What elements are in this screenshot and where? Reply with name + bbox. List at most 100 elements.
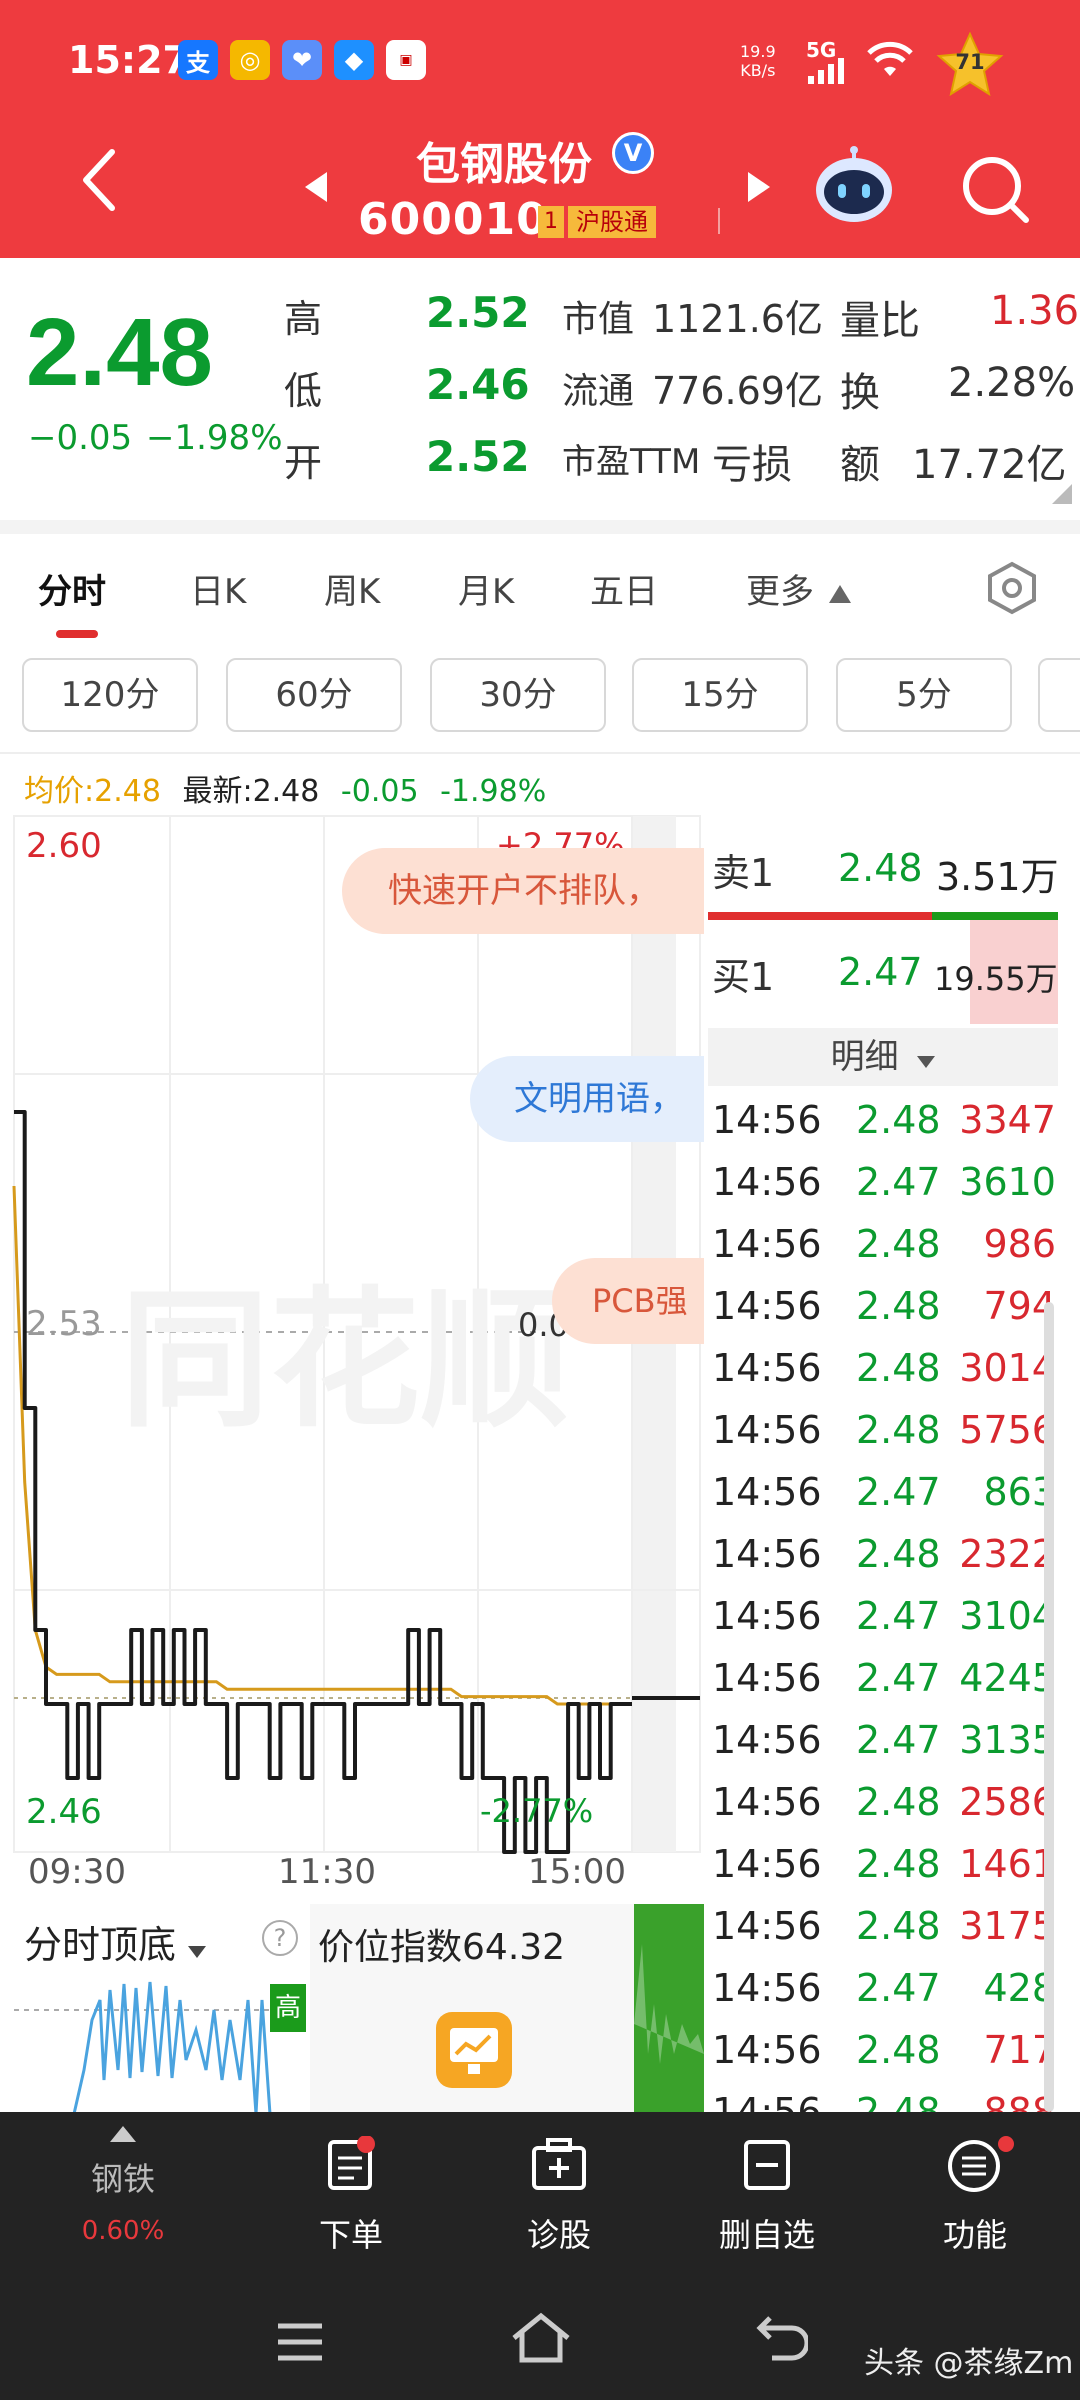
tick-price: 2.47 — [856, 1656, 941, 1700]
tick-time: 14:56 — [712, 1594, 822, 1638]
tab-underline — [56, 630, 98, 638]
tick-time: 14:56 — [712, 1470, 822, 1514]
indicator-panel: 分时顶底 ? 高 价位指数64.32 — [0, 1904, 704, 2114]
header-divider — [718, 208, 720, 234]
tick-time: 14:56 — [712, 1780, 822, 1824]
menu-icon[interactable] — [276, 2322, 324, 2362]
tab-more[interactable]: 更多 — [746, 564, 851, 613]
x-label-close: 15:00 — [528, 1852, 626, 1892]
tick-price: 2.48 — [856, 1780, 941, 1824]
tick-volume: 3347 — [959, 1098, 1056, 1142]
news-app-icon: ▣ — [386, 40, 426, 80]
ad-banner-2[interactable]: 文明用语， — [470, 1056, 704, 1142]
tick-time: 14:56 — [712, 2028, 822, 2072]
alipay-icon: 支 — [178, 40, 218, 80]
high-label: 高 — [284, 297, 323, 341]
price-change-pct: −1.98% — [146, 418, 283, 458]
ad-banner-3[interactable]: PCB强 — [552, 1258, 704, 1344]
low-label: 低 — [284, 369, 323, 413]
remove-label: 删自选 — [718, 2216, 815, 2254]
back-nav-icon[interactable] — [756, 2314, 808, 2364]
blue-app-icon: ❤ — [282, 40, 322, 80]
tick-price: 2.48 — [856, 1098, 941, 1142]
scrollbar[interactable] — [1044, 1302, 1054, 2112]
latest-label: 最新: — [182, 774, 253, 809]
tick-row: 14:56 2.48 986 — [706, 1222, 1066, 1284]
low-value: 2.46 — [426, 360, 530, 409]
prev-stock-icon[interactable] — [305, 172, 327, 202]
tick-time: 14:56 — [712, 1284, 822, 1328]
sell1-row[interactable]: 卖1 2.48 3.51万 — [706, 832, 1066, 902]
chart-legend: 均价:2.48 最新:2.48 -0.05 -1.98% — [24, 766, 558, 810]
period-15min[interactable]: 15分 — [632, 658, 808, 732]
y-mid-label: 2.53 — [26, 1304, 102, 1344]
price-index-card[interactable]: 价位指数64.32 — [310, 1904, 634, 2114]
order-document-icon — [328, 2136, 375, 2190]
legend-change-pct: -1.98% — [440, 774, 547, 809]
tick-time: 14:56 — [712, 1098, 822, 1142]
tick-row: 14:56 2.48 1461 — [706, 1842, 1066, 1904]
tick-time: 14:56 — [712, 1842, 822, 1886]
float-value: 776.69亿 — [652, 369, 823, 413]
tick-time: 14:56 — [712, 1656, 822, 1700]
latest-value: 2.48 — [252, 774, 320, 809]
tab-weekly-k[interactable]: 周K — [324, 564, 380, 613]
high-signal-badge: 高 — [270, 1984, 306, 2032]
tick-price: 2.47 — [856, 1966, 941, 2010]
tick-volume: 986 — [983, 1222, 1056, 1266]
tab-intraday[interactable]: 分时 — [38, 564, 106, 613]
buy1-volume: 19.55万 — [934, 960, 1058, 998]
period-more[interactable] — [1038, 658, 1080, 732]
remove-icon — [744, 2140, 790, 2190]
detail-label: 明细 — [830, 1037, 899, 1077]
brand-watermark: 同花顺 — [120, 1274, 570, 1448]
robot-assistant-icon[interactable] — [812, 146, 896, 226]
chart-app-icon — [436, 2012, 512, 2088]
turnover-value: 2.28% — [948, 360, 1076, 406]
expand-corner-icon[interactable] — [1052, 484, 1072, 504]
wifi-icon — [867, 41, 913, 76]
tick-time: 14:56 — [712, 1532, 822, 1576]
period-120min[interactable]: 120分 — [22, 658, 198, 732]
help-icon[interactable]: ? — [262, 1920, 298, 1956]
price-index-value: 64.32 — [462, 1927, 566, 1968]
home-icon[interactable] — [510, 2312, 572, 2366]
stock-name[interactable]: 包钢股份 — [416, 128, 592, 192]
ad-banner-1[interactable]: 快速开户不排队， — [342, 848, 704, 934]
function-label: 功能 — [942, 2216, 1007, 2254]
quote-panel: 2.48 −0.05 −1.98% 高 2.52 低 2.46 开 2.52 市… — [0, 258, 1080, 520]
next-stock-icon[interactable] — [748, 172, 770, 202]
points-value: 71 — [955, 50, 985, 74]
open-value: 2.52 — [426, 432, 530, 481]
tick-time: 14:56 — [712, 1346, 822, 1390]
caret-up-icon — [828, 585, 851, 603]
tick-volume: 3014 — [959, 1346, 1056, 1390]
signal-icon — [808, 58, 844, 84]
period-60min[interactable]: 60分 — [226, 658, 402, 732]
intraday-chart-svg: 同花顺 — [12, 815, 701, 1854]
sell1-price: 2.48 — [838, 846, 923, 890]
verified-icon: V — [612, 132, 654, 174]
buy1-row[interactable]: 买1 2.47 19.55万 — [706, 936, 1066, 1006]
turnover-label: 换 — [840, 370, 880, 416]
settings-hexagon-icon[interactable] — [984, 560, 1040, 616]
legend-change: -0.05 — [340, 774, 419, 809]
caret-down-icon — [188, 1946, 207, 1958]
period-5min[interactable]: 5分 — [836, 658, 1012, 732]
tick-row: 14:56 2.47 3104 — [706, 1594, 1066, 1656]
tab-monthly-k[interactable]: 月K — [458, 564, 514, 613]
period-30min[interactable]: 30分 — [430, 658, 606, 732]
sector-change: 0.60% — [81, 2216, 165, 2246]
search-icon[interactable] — [960, 154, 1030, 224]
detail-header[interactable]: 明细 — [708, 1028, 1058, 1086]
open-label: 开 — [284, 441, 323, 485]
sector-name: 钢铁 — [90, 2160, 155, 2198]
points-badge-icon[interactable]: 71 — [936, 32, 1004, 96]
pct-bottom-label: -2.77% — [480, 1792, 594, 1830]
tab-daily-k[interactable]: 日K — [190, 564, 246, 613]
intraday-chart[interactable]: 同花顺 2.60 2.53 2.46 +2.77% 0.00% -2.77% 0… — [0, 812, 704, 1932]
tab-five-day[interactable]: 五日 — [590, 564, 658, 613]
diagnose-case-icon — [532, 2138, 586, 2190]
back-arrow-icon[interactable] — [80, 148, 116, 212]
buy1-price: 2.47 — [838, 950, 923, 994]
